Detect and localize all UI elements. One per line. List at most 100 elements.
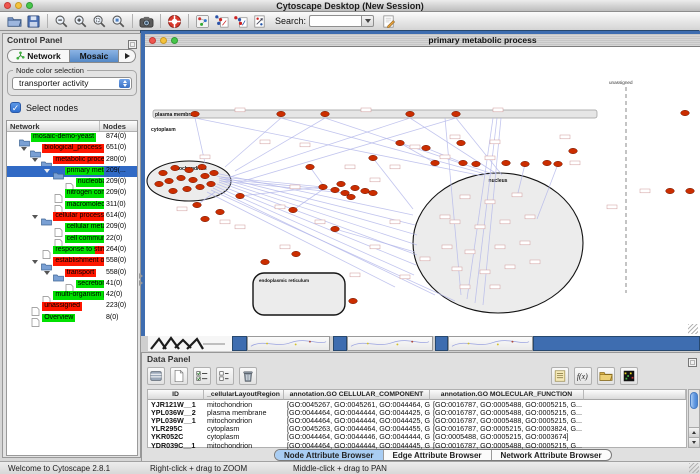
network-node[interactable] (177, 175, 186, 180)
network-node[interactable] (431, 160, 440, 165)
network-node[interactable] (554, 161, 563, 166)
network-node[interactable] (210, 170, 219, 175)
network-node[interactable] (207, 181, 216, 186)
attribute-matrix-icon[interactable] (620, 367, 638, 385)
tree-row[interactable]: Overview8(0) (7, 313, 137, 324)
background-window-thumb[interactable] (247, 336, 330, 351)
network-node[interactable] (193, 202, 202, 207)
network-node[interactable] (337, 181, 346, 186)
network-node[interactable] (396, 140, 405, 145)
table-cell[interactable]: [GO:0016787, GO:0005488, GO:0005215, G..… (430, 409, 584, 417)
function-builder-icon[interactable]: f(x) (574, 367, 592, 385)
network-node[interactable] (452, 111, 461, 116)
network-node[interactable] (331, 226, 340, 231)
zoom-out-icon[interactable] (52, 13, 71, 30)
network-node[interactable] (198, 164, 207, 169)
network-node[interactable] (422, 145, 431, 150)
background-window-thumb[interactable] (347, 336, 433, 351)
background-window-sketch[interactable] (148, 336, 232, 351)
table-cell[interactable]: [GO:0045267, GO:0045261, GO:0044464, G..… (284, 401, 430, 409)
network-node[interactable] (351, 185, 360, 190)
float-panel-icon[interactable] (128, 36, 137, 45)
network-node[interactable] (369, 190, 378, 195)
tree-row[interactable]: cell communicat22(0) (7, 234, 137, 245)
network-node[interactable] (306, 164, 315, 169)
expander-icon[interactable] (32, 158, 38, 162)
scroll-up-button[interactable] (689, 427, 699, 437)
tree-row[interactable]: nucleobase-209(0) (7, 177, 137, 188)
network-node[interactable] (459, 160, 468, 165)
network-node[interactable] (261, 259, 270, 264)
expander-icon[interactable] (44, 271, 50, 275)
network-node[interactable] (347, 194, 356, 199)
table-cell[interactable]: YPL036W__2 (148, 409, 204, 417)
tree-row[interactable]: unassigned223(0) (7, 301, 137, 312)
column-header[interactable]: ID (148, 390, 204, 400)
tree-row[interactable]: multi-organism pro42(0) (7, 290, 137, 301)
network-node[interactable] (189, 177, 198, 182)
network-node[interactable] (569, 148, 578, 153)
tree-row[interactable]: secretion41(0) (7, 279, 137, 290)
network-node[interactable] (681, 110, 690, 115)
zoom-selected-icon[interactable] (109, 13, 128, 30)
tree-row[interactable]: cellular process614(0) (7, 211, 137, 222)
unselect-attributes-icon[interactable] (216, 367, 234, 385)
network-node[interactable] (191, 111, 200, 116)
zoom-in-icon[interactable] (71, 13, 90, 30)
layout-b-icon[interactable] (231, 13, 250, 30)
tree-row[interactable]: transport558(0) (7, 268, 137, 279)
table-cell[interactable]: YLR295C (148, 425, 204, 433)
table-cell[interactable]: [GO:0016787, GO:0005488, GO:0005215, G..… (430, 401, 584, 409)
scroll-down-button[interactable] (689, 437, 699, 447)
tree-header-nodes[interactable]: Nodes (100, 121, 137, 131)
network-node[interactable] (457, 140, 466, 145)
panel-divider-buttons[interactable] (139, 272, 144, 286)
window-resize-grip[interactable] (688, 324, 698, 334)
tree-row[interactable]: primary metabo209(... (7, 166, 137, 177)
new-attribute-icon[interactable] (170, 367, 188, 385)
select-nodes-checkbox[interactable]: ✓ (10, 102, 21, 113)
table-cell[interactable]: [GO:0044464, GO:0044446, GO:0044444, G..… (284, 433, 430, 441)
network-node[interactable] (165, 178, 174, 183)
expander-icon[interactable] (44, 169, 50, 173)
search-dropdown-button[interactable] (361, 15, 374, 27)
network-node[interactable] (321, 111, 330, 116)
background-window-frame[interactable] (435, 336, 448, 351)
expander-icon[interactable] (32, 260, 38, 264)
network-node[interactable] (406, 111, 415, 116)
tree-row[interactable]: biological_process651(0) (7, 143, 137, 154)
tree-row[interactable]: cellular metabol209(0) (7, 222, 137, 233)
combo-stepper-icon[interactable] (119, 79, 130, 88)
table-cell[interactable]: YKR052C (148, 433, 204, 441)
tab-mosaic[interactable]: Mosaic (69, 50, 118, 62)
network-overview-icon[interactable] (193, 13, 212, 30)
tree-row[interactable]: mosaic-demo-yeast874(0) (7, 132, 137, 143)
attribute-list-icon[interactable] (551, 367, 569, 385)
table-cell[interactable]: [GO:0016787, GO:0005215, GO:0003824, G..… (430, 425, 584, 433)
network-node[interactable] (201, 173, 210, 178)
background-window-frame[interactable] (533, 336, 700, 351)
table-cell[interactable]: mitochondrion (204, 401, 284, 409)
snapshot-icon[interactable] (137, 13, 156, 30)
tab-node-attribute-browser[interactable]: Node Attribute Browser (275, 450, 383, 460)
table-scrollbar[interactable] (688, 389, 700, 448)
help-icon[interactable] (165, 13, 184, 30)
delete-attribute-icon[interactable] (239, 367, 257, 385)
network-node[interactable] (521, 161, 530, 166)
expander-icon[interactable] (21, 147, 27, 151)
network-node[interactable] (155, 181, 164, 186)
background-window-frame[interactable] (232, 336, 247, 351)
network-node[interactable] (289, 207, 298, 212)
node-color-select[interactable]: transporter activity (12, 77, 132, 90)
scrollbar-thumb[interactable] (690, 392, 698, 409)
table-cell[interactable]: YDR039C__1 (148, 442, 204, 450)
network-node[interactable] (277, 111, 286, 116)
network-node[interactable] (331, 187, 340, 192)
column-header[interactable]: annotation.GO CELLULAR_COMPONENT (284, 390, 430, 400)
app-resize-grip[interactable] (689, 463, 699, 473)
network-node[interactable] (171, 165, 180, 170)
layout-a-icon[interactable] (212, 13, 231, 30)
network-node[interactable] (183, 186, 192, 191)
network-node[interactable] (472, 161, 481, 166)
select-attributes-icon[interactable] (193, 367, 211, 385)
